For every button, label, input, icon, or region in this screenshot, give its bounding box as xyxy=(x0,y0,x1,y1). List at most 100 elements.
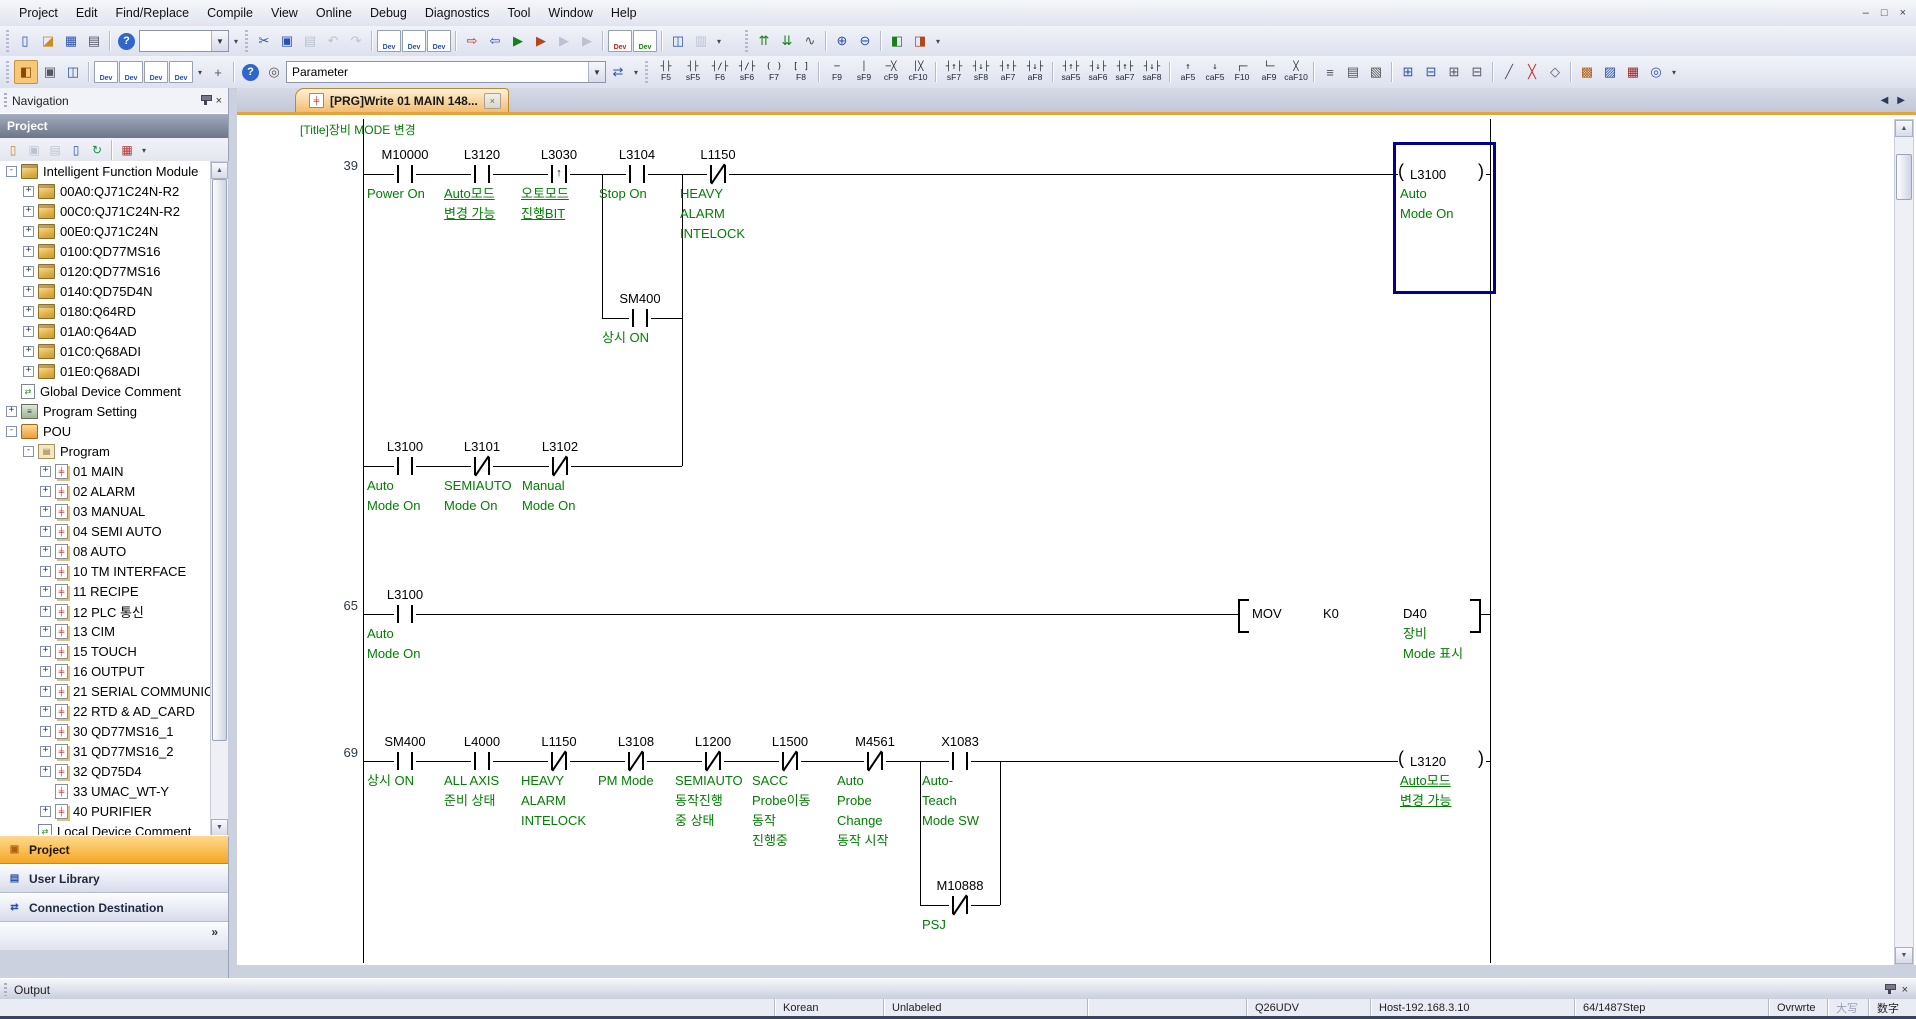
expander-icon[interactable]: + xyxy=(6,406,17,417)
device-batch-monitor-icon[interactable]: Dev xyxy=(608,30,632,52)
expander-icon[interactable]: + xyxy=(40,566,51,577)
sort-filter-icon[interactable]: ▦ xyxy=(117,140,137,160)
help2-icon[interactable]: ? xyxy=(242,64,259,81)
cross-reference-icon[interactable]: + xyxy=(207,61,229,83)
contact-m4561[interactable] xyxy=(864,752,886,770)
expander-icon[interactable]: - xyxy=(23,446,34,457)
menu-help[interactable]: Help xyxy=(602,3,646,23)
expander-icon[interactable]: + xyxy=(40,606,51,617)
tree-item-0120-qd77ms16[interactable]: +0120:QD77MS16 xyxy=(0,261,228,281)
statement-display-icon[interactable]: ▨ xyxy=(1599,61,1621,83)
pulse-operation-result-button[interactable]: ↓caF5 xyxy=(1202,58,1228,86)
menu-diagnostics[interactable]: Diagnostics xyxy=(416,3,499,23)
expander-icon[interactable]: + xyxy=(23,186,34,197)
copy-icon[interactable]: ▣ xyxy=(276,30,298,52)
save-project-icon[interactable]: ▦ xyxy=(60,30,82,52)
invert-operation-result-button[interactable]: ↑aF5 xyxy=(1175,58,1201,86)
edit-line-button[interactable]: ┌─F10 xyxy=(1229,58,1255,86)
editor-scrollbar[interactable]: ▲ ▼ xyxy=(1894,119,1914,965)
close-icon[interactable]: × xyxy=(1900,7,1906,19)
device-statement-icon[interactable]: Dev xyxy=(119,61,143,83)
contact-sm400[interactable] xyxy=(394,752,416,770)
delete-column-icon[interactable]: ⊟ xyxy=(1466,61,1488,83)
rising-pulse-close-branch-button[interactable]: ┤↑├saF7 xyxy=(1112,58,1138,86)
comment-edit-icon[interactable]: ▧ xyxy=(1365,61,1387,83)
start-monitoring-icon[interactable]: ⇈ xyxy=(753,30,775,52)
delete-line-button[interactable]: └─aF9 xyxy=(1256,58,1282,86)
tree-item-02-alarm[interactable]: +╪02 ALARM xyxy=(0,481,228,501)
nav-button-connection-destination[interactable]: ⇄Connection Destination xyxy=(0,893,228,922)
tree-item-11-recipe[interactable]: +╪11 RECIPE xyxy=(0,581,228,601)
tree-item-03-manual[interactable]: +╪03 MANUAL xyxy=(0,501,228,521)
tree-item-32-qd75d4[interactable]: +╪32 QD75D4 xyxy=(0,761,228,781)
tab-scroll-right-icon[interactable]: ▶ xyxy=(1894,93,1908,108)
expander-icon[interactable]: + xyxy=(40,466,51,477)
device-batch-replace-icon[interactable]: Dev xyxy=(633,30,657,52)
coil-l3120[interactable]: ()L3120 xyxy=(1398,751,1486,771)
contact-l3120[interactable] xyxy=(471,165,493,183)
scrollbar-thumb[interactable] xyxy=(1896,154,1912,200)
expander-icon[interactable]: + xyxy=(23,326,34,337)
expander-icon[interactable]: + xyxy=(40,646,51,657)
contact-l4000[interactable] xyxy=(471,752,493,770)
find-device-combo[interactable]: ▼ xyxy=(139,30,229,52)
sort-filter-dropdown-icon[interactable]: ▾ xyxy=(138,139,150,161)
new-project-icon[interactable]: ▯ xyxy=(14,30,36,52)
contact-l3108[interactable] xyxy=(625,752,647,770)
watch-start-icon[interactable]: ⊕ xyxy=(831,30,853,52)
contact-l3104[interactable] xyxy=(626,165,648,183)
menu-online[interactable]: Online xyxy=(307,3,361,23)
tree-item-21-serial-communication[interactable]: +╪21 SERIAL COMMUNICATION xyxy=(0,681,228,701)
device-display-dropdown-icon[interactable]: ▾ xyxy=(194,61,206,83)
tree-item-program[interactable]: -▤Program xyxy=(0,441,228,461)
tab-scroll-left-icon[interactable]: ◀ xyxy=(1878,93,1892,108)
instruction-operand[interactable]: K0 xyxy=(1323,606,1339,621)
tree-item-0140-qd75d4n[interactable]: +0140:QD75D4N xyxy=(0,281,228,301)
monitor-stop-icon[interactable]: ▶ xyxy=(530,30,552,52)
device-comment-icon[interactable]: Dev xyxy=(94,61,118,83)
watch-stop-icon[interactable]: ⊖ xyxy=(854,30,876,52)
expander-icon[interactable]: - xyxy=(6,166,17,177)
device-note-icon[interactable]: Dev xyxy=(144,61,168,83)
restore-icon[interactable]: □ xyxy=(1881,7,1888,19)
tree-item-40-purifier[interactable]: +╪40 PURIFIER xyxy=(0,801,228,821)
menu-find-replace[interactable]: Find/Replace xyxy=(106,3,198,23)
zoom-icon[interactable]: ◎ xyxy=(1645,61,1667,83)
tree-item-30-qd77ms16-1[interactable]: +╪30 QD77MS16_1 xyxy=(0,721,228,741)
expander-icon[interactable]: + xyxy=(40,666,51,677)
delete-horizontal-line-button[interactable]: ─╳cF9 xyxy=(878,58,904,86)
data-property-icon[interactable]: ▯ xyxy=(66,140,86,160)
data-select-combo[interactable]: Parameter▼ xyxy=(286,61,606,83)
tree-item-12-plc[interactable]: +╪12 PLC 통신 xyxy=(0,601,228,621)
local-device-monitor-icon[interactable]: ◧ xyxy=(886,30,908,52)
tree-item-10-tm-interface[interactable]: +╪10 TM INTERFACE xyxy=(0,561,228,581)
toolbar-options-dropdown-icon[interactable]: ▾ xyxy=(230,30,242,52)
tab-close-icon[interactable]: × xyxy=(484,93,501,109)
insert-row-icon[interactable]: ⊞ xyxy=(1397,61,1419,83)
insert-column-icon[interactable]: ⊞ xyxy=(1443,61,1465,83)
delete-connect-line-icon[interactable]: ╳ xyxy=(1521,61,1543,83)
display-options-dropdown-icon[interactable]: ▾ xyxy=(1668,61,1680,83)
tree-item-04-semi-auto[interactable]: +╪04 SEMI AUTO xyxy=(0,521,228,541)
tree-item-intelligent-function-module[interactable]: -Intelligent Function Module xyxy=(0,161,228,181)
tree-item-local-device-comment[interactable]: +⇄Local Device Comment xyxy=(0,821,228,835)
menu-compile[interactable]: Compile xyxy=(198,3,262,23)
nav-button-user-library[interactable]: ▤User Library xyxy=(0,864,228,893)
open-branch-button[interactable]: ┤├sF5 xyxy=(680,58,706,86)
scan-time-monitor-icon[interactable]: ◨ xyxy=(909,30,931,52)
tree-item-33-umac-wt-y[interactable]: +╪33 UMAC_WT-Y xyxy=(0,781,228,801)
instruction-operand[interactable]: MOV xyxy=(1252,606,1282,621)
new-data-icon[interactable]: ▯ xyxy=(3,140,23,160)
find-icon[interactable]: ◎ xyxy=(263,61,285,83)
device-display-option-icon[interactable]: Dev xyxy=(169,61,193,83)
expander-icon[interactable]: + xyxy=(23,226,34,237)
tree-item-01-main[interactable]: +╪01 MAIN xyxy=(0,461,228,481)
scroll-down-icon[interactable]: ▼ xyxy=(211,819,228,836)
contact-m10888[interactable] xyxy=(949,896,971,914)
expander-icon[interactable]: + xyxy=(40,586,51,597)
delete-row-icon[interactable]: ⊟ xyxy=(1420,61,1442,83)
expander-icon[interactable]: + xyxy=(40,486,51,497)
help-icon[interactable]: ? xyxy=(118,33,135,50)
expander-icon[interactable]: + xyxy=(40,706,51,717)
cut-icon[interactable]: ✂ xyxy=(253,30,275,52)
